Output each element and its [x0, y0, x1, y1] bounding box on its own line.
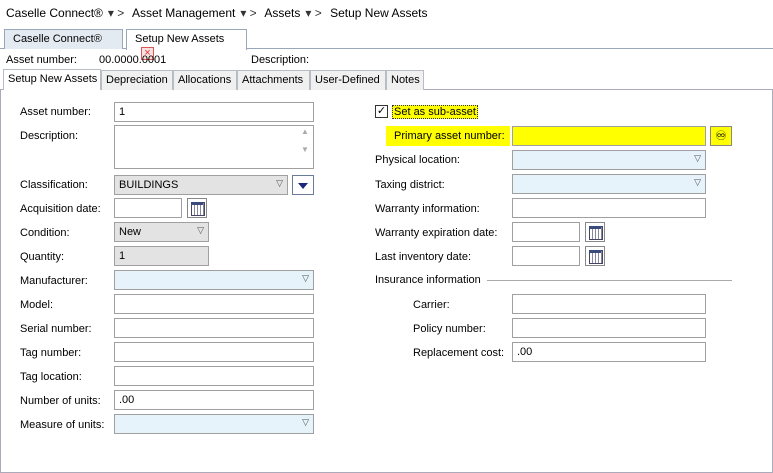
measure-of-units-label: Measure of units: — [20, 419, 105, 431]
manufacturer-label: Manufacturer: — [20, 275, 88, 287]
scrollbar[interactable]: ▲ ▼ — [298, 127, 312, 167]
model-label: Model: — [20, 299, 54, 311]
info-bar: Asset number: 00.0000.0001 Description: — [0, 51, 773, 68]
binoculars-icon[interactable]: ♾ — [710, 126, 732, 146]
classification-lookup-button[interactable] — [292, 175, 314, 195]
chevron-down-icon: ▽ — [276, 178, 283, 188]
doc-tab-caselle-connect[interactable]: Caselle Connect® — [4, 29, 123, 49]
calendar-icon[interactable] — [187, 198, 207, 218]
carrier-input[interactable] — [512, 294, 706, 314]
asset-number-input-value: 1 — [119, 106, 126, 118]
breadcrumb-home[interactable]: Caselle Connect® — [6, 6, 103, 20]
acquisition-date-label: Acquisition date: — [20, 203, 101, 215]
tab-depreciation[interactable]: Depreciation — [101, 70, 173, 90]
number-of-units-value: .00 — [119, 394, 135, 406]
number-of-units-input[interactable]: .00 — [114, 390, 314, 410]
asset-number-value: 00.0000.0001 — [99, 54, 167, 66]
description-textarea[interactable]: ▲ ▼ — [114, 125, 314, 169]
tag-number-label: Tag number: — [20, 347, 82, 359]
classification-label: Classification: — [20, 179, 88, 191]
chevron-down-icon: ▽ — [694, 153, 701, 163]
sub-asset-label[interactable]: Set as sub-asset — [392, 105, 478, 119]
tab-allocations[interactable]: Allocations — [173, 70, 237, 90]
calendar-icon[interactable] — [585, 222, 605, 242]
chevron-down-icon: ▽ — [694, 177, 701, 187]
warranty-exp-input[interactable] — [512, 222, 580, 242]
description-label: Description: — [251, 54, 310, 66]
breadcrumb-separator: ▾ > — [305, 6, 322, 20]
section-tabs: Setup New Assets Depreciation Allocation… — [0, 69, 773, 90]
serial-number-label: Serial number: — [20, 323, 92, 335]
physical-location-label: Physical location: — [375, 154, 460, 166]
last-inventory-label: Last inventory date: — [375, 251, 472, 263]
description-field-label: Description: — [20, 130, 79, 142]
tab-label: Notes — [391, 74, 420, 86]
taxing-district-select[interactable]: ▽ — [512, 174, 706, 194]
insurance-header: Insurance information — [375, 274, 481, 286]
replacement-cost-value: .00 — [517, 346, 533, 358]
sub-asset-checkbox[interactable]: ✓ — [375, 105, 388, 118]
check-icon: ✓ — [376, 105, 387, 117]
serial-number-input[interactable] — [114, 318, 314, 338]
tab-label: Attachments — [242, 74, 304, 86]
last-inventory-input[interactable] — [512, 246, 580, 266]
carrier-label: Carrier: — [413, 299, 450, 311]
quantity-value: 1 — [119, 250, 126, 262]
chevron-down-icon: ▽ — [302, 417, 309, 427]
tab-label: Depreciation — [106, 74, 168, 86]
policy-number-input[interactable] — [512, 318, 706, 338]
breadcrumb-separator: ▾ > — [240, 6, 257, 20]
classification-select[interactable]: BUILDINGS ▽ — [114, 175, 288, 195]
doc-tab-setup-new-assets[interactable]: Setup New Assets× — [126, 29, 247, 60]
form-panel: Asset number: 1 Description: ▲ ▼ Classifi… — [0, 90, 773, 473]
physical-location-select[interactable]: ▽ — [512, 150, 706, 170]
warranty-info-input[interactable] — [512, 198, 706, 218]
warranty-exp-label: Warranty expiration date: — [375, 227, 498, 239]
warranty-info-label: Warranty information: — [375, 203, 480, 215]
measure-of-units-select[interactable]: ▽ — [114, 414, 314, 434]
condition-label: Condition: — [20, 227, 70, 239]
doc-tab-label: Setup New Assets — [135, 33, 225, 45]
tag-location-label: Tag location: — [20, 371, 82, 383]
breadcrumb-assets[interactable]: Assets — [264, 6, 300, 20]
tab-user-defined[interactable]: User-Defined — [310, 70, 386, 90]
condition-value: New — [119, 226, 142, 238]
quantity-input[interactable]: 1 — [114, 246, 209, 266]
quantity-label: Quantity: — [20, 251, 65, 263]
asset-number-label: Asset number: — [6, 54, 77, 66]
number-of-units-label: Number of units: — [20, 395, 101, 407]
document-tabs: Caselle Connect® Setup New Assets× — [0, 27, 773, 60]
tab-label: User-Defined — [315, 74, 380, 86]
policy-number-label: Policy number: — [413, 323, 486, 335]
manufacturer-select[interactable]: ▽ — [114, 270, 314, 290]
tab-setup-new-assets[interactable]: Setup New Assets — [3, 69, 101, 90]
replacement-cost-input[interactable]: .00 — [512, 342, 706, 362]
breadcrumb-current: Setup New Assets — [330, 6, 428, 20]
acquisition-date-input[interactable] — [114, 198, 182, 218]
breadcrumb-separator: ▾ > — [107, 6, 125, 20]
tag-location-input[interactable] — [114, 366, 314, 386]
tab-label: Allocations — [178, 74, 232, 86]
tag-number-input[interactable] — [114, 342, 314, 362]
asset-number-input[interactable]: 1 — [114, 102, 314, 122]
primary-asset-label: Primary asset number: — [394, 130, 505, 142]
tab-label: Setup New Assets — [8, 73, 98, 85]
tab-attachments[interactable]: Attachments — [237, 70, 310, 90]
divider — [487, 280, 732, 281]
breadcrumb: Caselle Connect® ▾ > Asset Management ▾ > … — [0, 0, 773, 26]
calendar-icon[interactable] — [585, 246, 605, 266]
doc-tab-label: Caselle Connect® — [13, 33, 102, 45]
breadcrumb-asset-management[interactable]: Asset Management — [132, 6, 235, 20]
chevron-down-icon: ▽ — [302, 273, 309, 283]
tab-notes[interactable]: Notes — [386, 70, 424, 90]
chevron-down-icon: ▽ — [197, 225, 204, 235]
taxing-district-label: Taxing district: — [375, 179, 445, 191]
model-input[interactable] — [114, 294, 314, 314]
asset-number-field-label: Asset number: — [20, 106, 91, 118]
primary-asset-input[interactable] — [512, 126, 706, 146]
replacement-cost-label: Replacement cost: — [413, 347, 505, 359]
classification-value: BUILDINGS — [119, 179, 179, 191]
condition-select[interactable]: New ▽ — [114, 222, 209, 242]
